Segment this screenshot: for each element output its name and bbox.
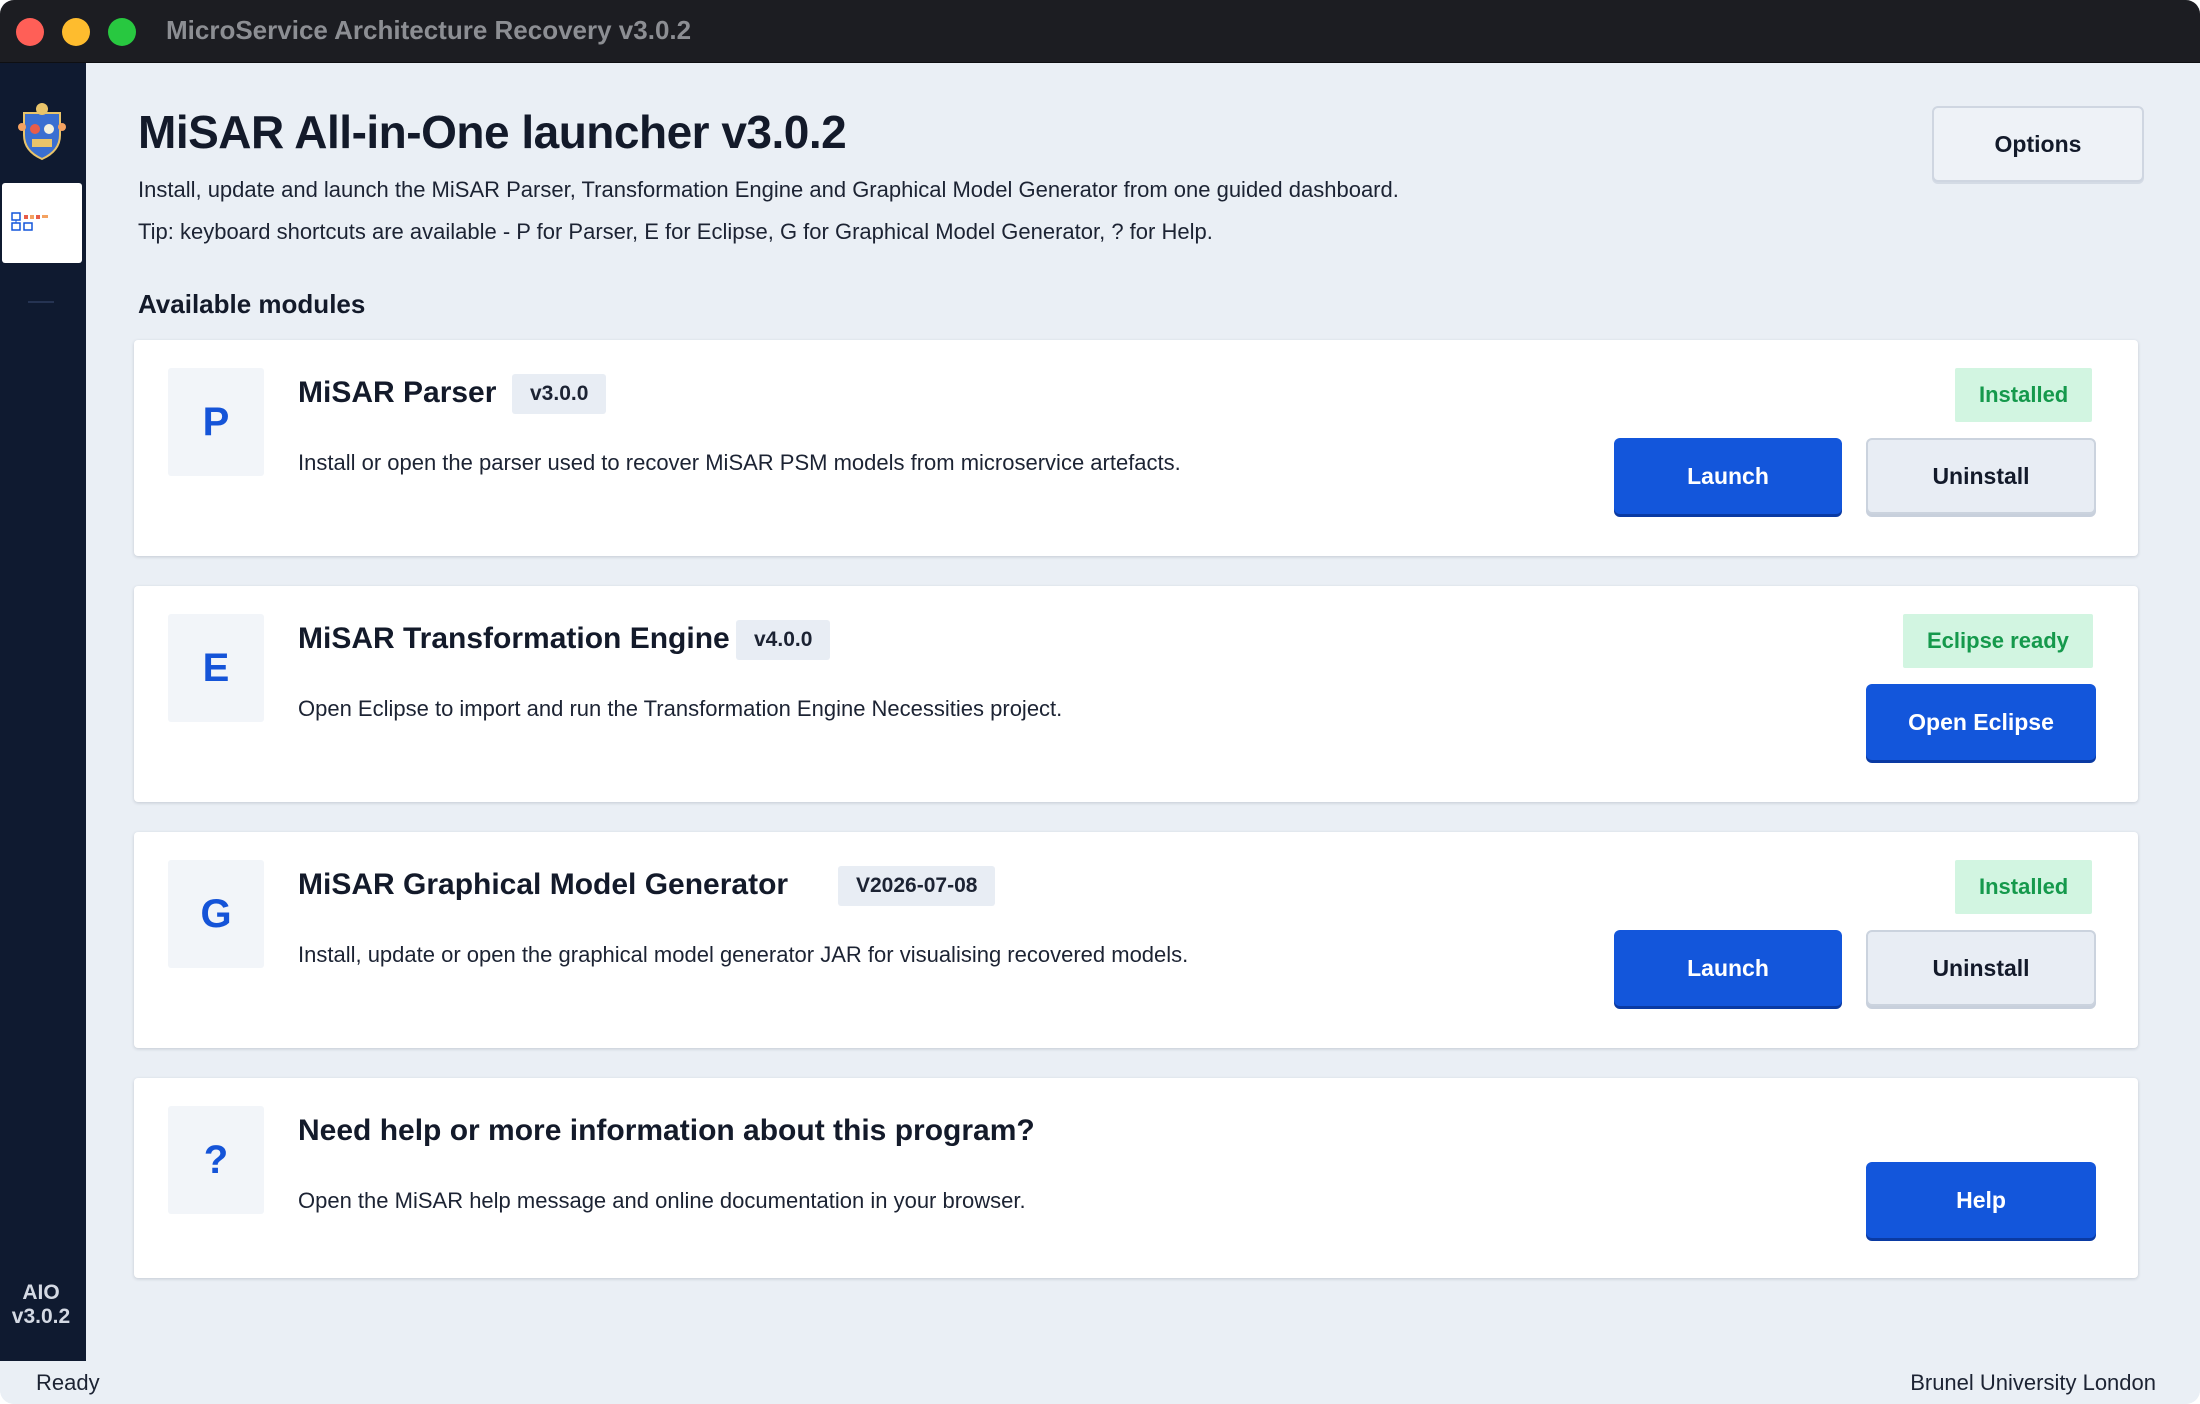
version-badge: v4.0.0 [736, 620, 831, 660]
status-text: Ready [36, 1370, 100, 1395]
uninstall-parser-button[interactable]: Uninstall [1866, 438, 2096, 514]
parser-letter-icon: P [168, 368, 264, 476]
status-badge: Eclipse ready [1903, 614, 2093, 668]
generator-letter-icon: G [168, 860, 264, 968]
engine-letter-icon: E [168, 614, 264, 722]
main-content: MiSAR All-in-One launcher v3.0.2 Install… [86, 63, 2200, 1361]
status-badge: Installed [1955, 368, 2093, 422]
uninstall-generator-button[interactable]: Uninstall [1866, 930, 2096, 1006]
sidebar-version-number: v3.0.2 [11, 1305, 71, 1328]
status-bar: Ready Brunel University London [0, 1361, 2200, 1404]
module-name: MiSAR Parser [298, 376, 497, 409]
sidebar-divider [28, 301, 54, 303]
minimize-window-button[interactable] [62, 18, 90, 46]
module-name: MiSAR Transformation Engine [298, 622, 730, 655]
window-title: MicroService Architecture Recovery v3.0.… [166, 15, 692, 45]
module-card-parser: P MiSAR Parser v3.0.0 Install or open th… [134, 340, 2138, 556]
close-window-button[interactable] [16, 18, 44, 46]
module-card-graphical-model-generator: G MiSAR Graphical Model Generator V2026-… [134, 832, 2138, 1048]
keyboard-tip: Tip: keyboard shortcuts are available - … [138, 219, 1213, 244]
title-bar: MicroService Architecture Recovery v3.0.… [0, 0, 2200, 63]
app-window: MicroService Architecture Recovery v3.0.… [0, 0, 2200, 1404]
sidebar: AIO v3.0.2 [0, 63, 86, 1361]
sidebar-version: AIO v3.0.2 [0, 1281, 82, 1329]
misar-logo-thumbnail[interactable] [2, 183, 82, 263]
module-description: Open Eclipse to import and run the Trans… [298, 696, 1063, 721]
version-badge: v3.0.0 [512, 374, 607, 414]
zoom-window-button[interactable] [108, 18, 136, 46]
help-card: ? Need help or more information about th… [134, 1078, 2138, 1278]
page-subtitle: Install, update and launch the MiSAR Par… [138, 177, 1399, 202]
page-title: MiSAR All-in-One launcher v3.0.2 [138, 106, 847, 158]
help-button[interactable]: Help [1866, 1162, 2096, 1238]
module-card-transformation-engine: E MiSAR Transformation Engine v4.0.0 Ope… [134, 586, 2138, 802]
open-eclipse-button[interactable]: Open Eclipse [1866, 684, 2096, 760]
module-description: Install or open the parser used to recov… [298, 450, 1181, 475]
help-question-icon: ? [168, 1106, 264, 1214]
version-badge: V2026-07-08 [838, 866, 996, 906]
sidebar-version-aio: AIO [22, 1281, 60, 1304]
help-description: Open the MiSAR help message and online d… [298, 1188, 1026, 1213]
module-description: Install, update or open the graphical mo… [298, 942, 1189, 967]
options-button[interactable]: Options [1932, 106, 2144, 182]
help-title: Need help or more information about this… [298, 1114, 1035, 1147]
university-crest-icon[interactable] [18, 101, 66, 161]
section-title: Available modules [138, 289, 366, 319]
organization-label: Brunel University London [1910, 1370, 2156, 1395]
launch-parser-button[interactable]: Launch [1614, 438, 1842, 514]
launch-generator-button[interactable]: Launch [1614, 930, 1842, 1006]
status-badge: Installed [1955, 860, 2093, 914]
module-name: MiSAR Graphical Model Generator [298, 868, 789, 901]
